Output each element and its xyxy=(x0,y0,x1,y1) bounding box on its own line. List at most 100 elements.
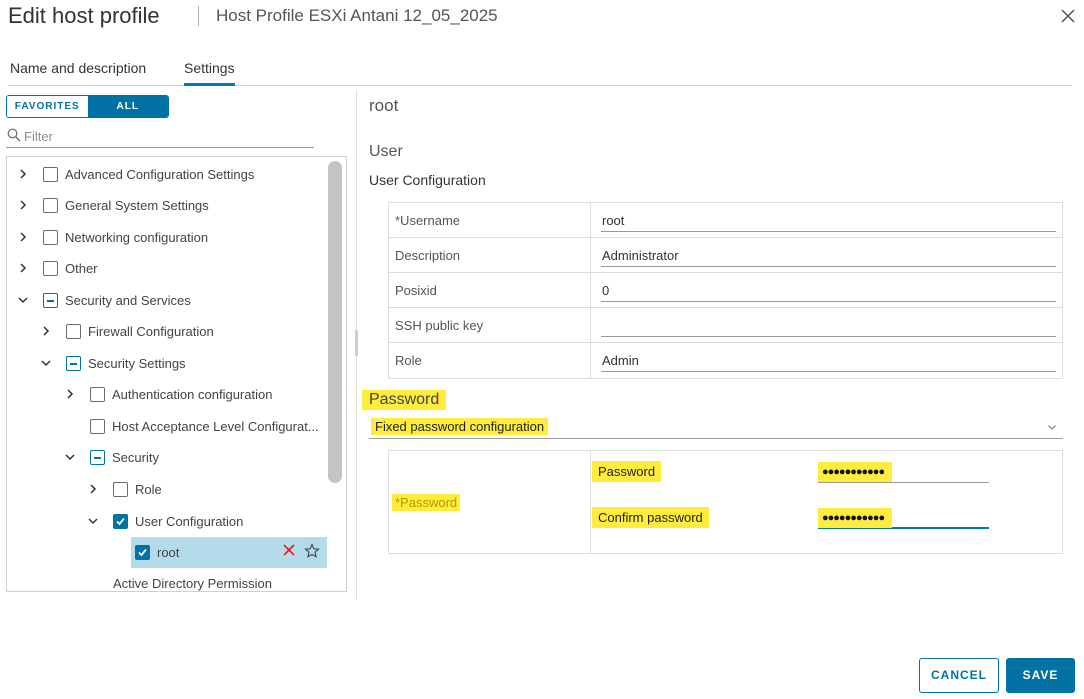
tree-item-label: General System Settings xyxy=(65,197,209,213)
filter-field xyxy=(6,125,314,148)
checkbox-checked[interactable] xyxy=(113,513,128,529)
checkbox[interactable] xyxy=(43,166,58,182)
chevron-down-icon[interactable] xyxy=(17,294,29,306)
tree-item-label: Advanced Configuration Settings xyxy=(65,166,255,182)
tree-scrollbar[interactable] xyxy=(328,161,342,483)
chevron-down-icon xyxy=(1048,425,1056,430)
chevron-right-icon[interactable] xyxy=(17,262,29,274)
password-input[interactable]: ●●●●●●●●●●● xyxy=(818,461,989,483)
tree-item-other[interactable]: Other xyxy=(17,256,98,280)
panel-resize-handle[interactable] xyxy=(355,330,358,356)
chevron-right-icon[interactable] xyxy=(17,231,29,243)
tree-item-label: Networking configuration xyxy=(65,229,209,245)
password-config-value: Fixed password configuration xyxy=(371,418,549,435)
description-input[interactable] xyxy=(601,245,1056,267)
posixid-input[interactable] xyxy=(601,280,1056,302)
field-label: SSH public key xyxy=(389,308,591,342)
favorites-all-toggle: FAVORITES ALL xyxy=(6,95,169,118)
tree-item-label: Security and Services xyxy=(65,292,191,308)
tree-item-active-directory-permission[interactable]: Active Directory Permission xyxy=(113,571,272,591)
checkbox[interactable] xyxy=(90,418,105,434)
confirm-password-input[interactable]: ●●●●●●●●●●● xyxy=(818,507,989,529)
confirm-password-label: Confirm password xyxy=(592,507,709,528)
checkbox[interactable] xyxy=(113,481,128,497)
tree-item-firewall-configuration[interactable]: Firewall Configuration xyxy=(40,319,214,343)
tree-item-label: Firewall Configuration xyxy=(88,323,214,339)
star-icon[interactable] xyxy=(304,543,320,559)
password-config-select[interactable]: Fixed password configuration xyxy=(369,416,1063,439)
tree-item-user-configuration[interactable]: User Configuration xyxy=(87,509,243,533)
save-button[interactable]: SAVE xyxy=(1006,658,1075,693)
cancel-button[interactable]: CANCEL xyxy=(919,658,999,693)
tree-item-label: Role xyxy=(135,481,162,497)
chevron-down-icon[interactable] xyxy=(40,357,52,369)
tree-item-label: User Configuration xyxy=(135,513,244,529)
checkbox-partial[interactable] xyxy=(90,449,105,465)
dialog-subtitle: Host Profile ESXi Antani 12_05_2025 xyxy=(216,6,498,25)
password-label: Password xyxy=(592,461,662,482)
tree-item-label: Host Acceptance Level Configurat... xyxy=(112,418,319,434)
chevron-right-icon[interactable] xyxy=(87,483,99,495)
confirm-password-mask: ●●●●●●●●●●● xyxy=(818,508,892,528)
delete-icon[interactable] xyxy=(282,543,296,557)
ssh-public-key-input[interactable] xyxy=(601,315,1056,337)
field-label: Role xyxy=(389,343,591,378)
all-button[interactable]: ALL xyxy=(87,96,168,117)
tree-item-networking-configuration[interactable]: Networking configuration xyxy=(17,225,208,249)
checkbox[interactable] xyxy=(66,323,81,339)
role-input[interactable] xyxy=(601,350,1056,372)
tree-item-advanced-configuration[interactable]: Advanced Configuration Settings xyxy=(17,162,254,186)
tree-item-label: root xyxy=(157,545,180,560)
tree-item-host-acceptance-level[interactable]: Host Acceptance Level Configurat... xyxy=(64,414,319,438)
root-actions xyxy=(282,543,320,559)
checkbox[interactable] xyxy=(43,229,58,245)
password-section-title: Password xyxy=(362,390,447,410)
field-row-role: Role xyxy=(389,343,1062,378)
tree-item-label: Authentication configuration xyxy=(112,386,273,402)
tab-settings[interactable]: Settings xyxy=(184,58,235,86)
password-grid: *Password Password ●●●●●●●●●●● Confirm p… xyxy=(388,450,1063,554)
close-icon[interactable] xyxy=(1058,6,1078,26)
filter-input[interactable] xyxy=(24,126,304,146)
tab-bar: Name and description Settings xyxy=(8,58,1072,86)
chevron-right-icon[interactable] xyxy=(40,325,52,337)
field-row-username: *Username xyxy=(389,203,1062,238)
field-row-description: Description xyxy=(389,238,1062,273)
field-label: Description xyxy=(389,238,591,272)
chevron-down-icon[interactable] xyxy=(87,515,99,527)
field-label: Posixid xyxy=(389,273,591,307)
field-row-ssh-public-key: SSH public key xyxy=(389,308,1062,343)
chevron-right-icon[interactable] xyxy=(17,199,29,211)
username-input[interactable] xyxy=(601,210,1056,232)
title-separator xyxy=(198,6,199,26)
chevron-right-icon[interactable] xyxy=(64,388,76,400)
chevron-right-icon[interactable] xyxy=(17,168,29,180)
checkbox[interactable] xyxy=(43,197,58,213)
password-group-label: *Password xyxy=(392,494,461,511)
dialog-title: Edit host profile xyxy=(8,3,160,28)
tree-item-label: Other xyxy=(65,260,98,276)
tree-item-general-system-settings[interactable]: General System Settings xyxy=(17,193,209,217)
tree-item-security-settings[interactable]: Security Settings xyxy=(40,351,186,375)
checkbox-partial[interactable] xyxy=(66,355,81,371)
field-label: *Username xyxy=(389,203,591,237)
user-configuration-grid: *Username Description Posixid SSH public… xyxy=(388,202,1063,379)
checkbox-checked[interactable] xyxy=(135,545,150,560)
settings-tree: Advanced Configuration Settings General … xyxy=(6,156,347,592)
tab-name-and-description[interactable]: Name and description xyxy=(10,58,146,85)
search-icon xyxy=(7,128,21,142)
chevron-down-icon[interactable] xyxy=(64,451,76,463)
favorites-button[interactable]: FAVORITES xyxy=(7,96,88,117)
tree-item-label: Security Settings xyxy=(88,355,186,371)
tree-item-authentication-configuration[interactable]: Authentication configuration xyxy=(64,382,272,406)
tree-item-role[interactable]: Role xyxy=(87,477,162,501)
tree-item-security[interactable]: Security xyxy=(64,445,159,469)
tree-item-label: Security xyxy=(112,449,159,465)
detail-title: root xyxy=(369,96,399,115)
tree-item-label: Active Directory Permission xyxy=(113,575,272,591)
field-row-posixid: Posixid xyxy=(389,273,1062,308)
checkbox[interactable] xyxy=(90,386,105,402)
checkbox[interactable] xyxy=(43,260,58,276)
checkbox-partial[interactable] xyxy=(43,292,58,308)
tree-item-security-and-services[interactable]: Security and Services xyxy=(17,288,191,312)
